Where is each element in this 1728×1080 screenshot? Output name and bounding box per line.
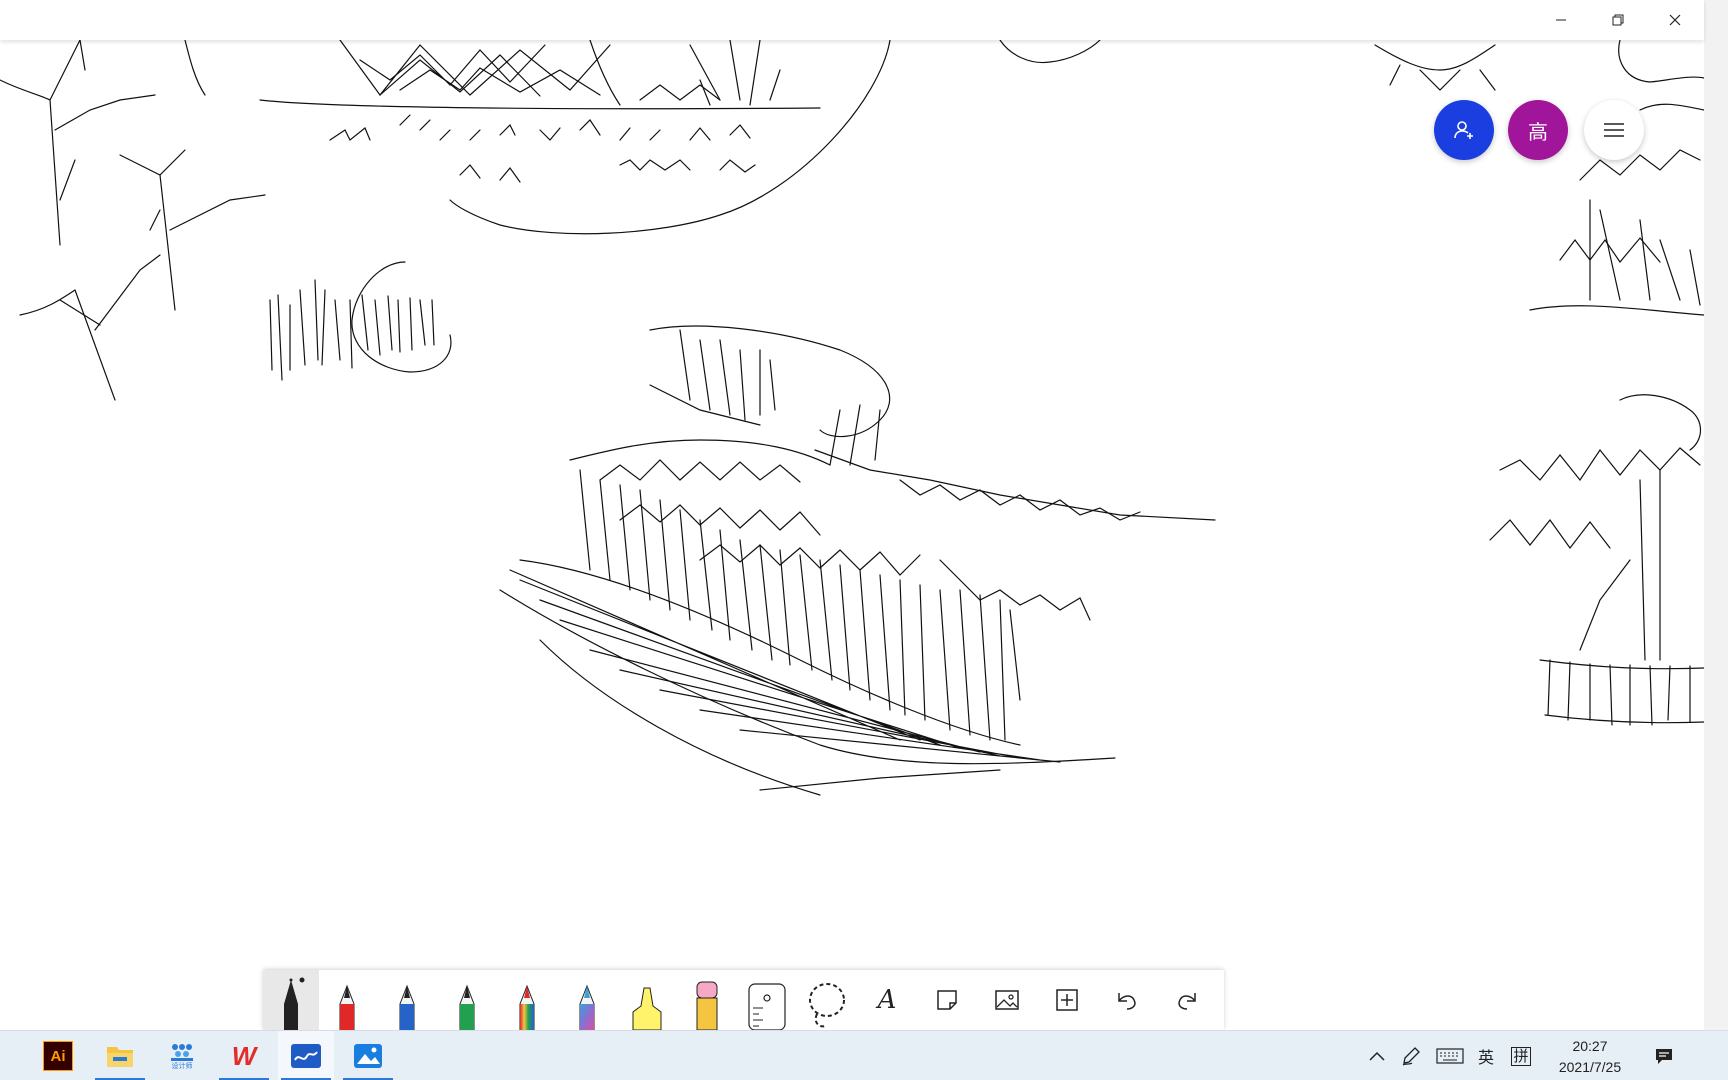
restore-button[interactable] bbox=[1593, 0, 1643, 40]
notification-icon bbox=[1656, 1049, 1672, 1064]
ink-canvas[interactable] bbox=[0, 40, 1704, 1030]
tree-sketch-right-bottom bbox=[1489, 394, 1704, 726]
taskbar-app-file-explorer[interactable] bbox=[92, 1031, 148, 1080]
ink-toolbar: A bbox=[263, 970, 1224, 1030]
close-button[interactable] bbox=[1650, 0, 1700, 40]
planter-sketch-center bbox=[499, 325, 1216, 796]
lasso-select-button[interactable] bbox=[799, 970, 855, 1030]
eraser-icon bbox=[696, 981, 718, 1030]
design-app-icon: 设计师 bbox=[167, 1040, 197, 1072]
scribble-sketch bbox=[1618, 40, 1704, 83]
clock[interactable]: 20:27 2021/7/25 bbox=[1540, 1036, 1640, 1078]
lasso-select-icon bbox=[809, 983, 845, 1028]
add-person-icon bbox=[1454, 121, 1473, 139]
tree-top-sketch bbox=[1374, 44, 1496, 91]
pencil-rainbow[interactable] bbox=[499, 970, 555, 1030]
ballpoint-pen-black[interactable] bbox=[263, 970, 319, 1030]
ballpoint-pen-blue-icon bbox=[399, 984, 415, 1030]
whiteboard-icon bbox=[291, 1044, 321, 1068]
pen-workspace-icon bbox=[1402, 1047, 1420, 1066]
taskbar-app-photos[interactable] bbox=[340, 1031, 396, 1080]
avatar-initial: 高 bbox=[1528, 119, 1548, 144]
ballpoint-pen-black-icon bbox=[284, 977, 305, 1030]
illustrator-icon: Ai bbox=[43, 1041, 73, 1071]
pencil-rainbow-icon bbox=[519, 984, 535, 1030]
user-avatar-button[interactable]: 高 bbox=[1508, 100, 1568, 160]
invite-button[interactable] bbox=[1434, 100, 1494, 160]
eraser[interactable] bbox=[679, 970, 735, 1030]
file-explorer-icon bbox=[107, 1047, 133, 1067]
undo-button[interactable] bbox=[1099, 970, 1155, 1030]
photos-icon bbox=[354, 1044, 382, 1068]
hamburger-menu-icon bbox=[1604, 123, 1624, 137]
taskbar-app-illustrator[interactable]: Ai bbox=[30, 1031, 86, 1080]
close-icon bbox=[1669, 14, 1681, 26]
add-icon bbox=[1056, 989, 1078, 1011]
restore-icon bbox=[1612, 14, 1624, 26]
image-icon bbox=[995, 990, 1019, 1010]
text-icon: A bbox=[877, 985, 897, 1015]
ballpoint-pen-green[interactable] bbox=[439, 970, 495, 1030]
grass-clump-sketch bbox=[269, 261, 452, 381]
show-hidden-icons-button[interactable] bbox=[1362, 1031, 1392, 1080]
shrub-sketch-top bbox=[259, 40, 891, 235]
pencil-galaxy-icon bbox=[579, 984, 595, 1030]
clock-date: 2021/7/25 bbox=[1558, 1059, 1622, 1075]
pen-workspace-button[interactable] bbox=[1396, 1031, 1426, 1080]
ime-type-label: 拼 bbox=[1511, 1046, 1531, 1066]
branch-sketch-topleft bbox=[0, 40, 266, 401]
sticky-note-button[interactable] bbox=[919, 970, 975, 1030]
undo-icon bbox=[1118, 993, 1136, 1010]
whiteboard-app: 高 A Ai 设计师 W 英 拼 20:27 2021/7/25 bbox=[0, 0, 1728, 1080]
title-bar[interactable] bbox=[0, 0, 1704, 40]
text-tool-button[interactable]: A bbox=[859, 970, 915, 1030]
sticky-note-icon bbox=[937, 990, 957, 1010]
ballpoint-pen-red[interactable] bbox=[319, 970, 375, 1030]
minimize-button[interactable] bbox=[1536, 0, 1586, 40]
touch-keyboard-button[interactable] bbox=[1432, 1031, 1468, 1080]
redo-button[interactable] bbox=[1159, 970, 1215, 1030]
add-button[interactable] bbox=[1039, 970, 1095, 1030]
taskbar-app-wps[interactable]: W bbox=[216, 1031, 272, 1080]
ime-mode-button[interactable]: 英 bbox=[1472, 1031, 1500, 1080]
notification-button[interactable] bbox=[1646, 1031, 1682, 1080]
highlighter-yellow-icon bbox=[632, 987, 662, 1030]
ruler-button[interactable] bbox=[739, 970, 795, 1030]
ballpoint-pen-red-icon bbox=[339, 984, 355, 1030]
menu-button[interactable] bbox=[1584, 100, 1644, 160]
ruler-icon bbox=[748, 983, 786, 1030]
pencil-galaxy[interactable] bbox=[559, 970, 615, 1030]
touch-keyboard-icon bbox=[1436, 1048, 1464, 1064]
sketch-drawing bbox=[0, 40, 1704, 796]
taskbar-app-whiteboard[interactable] bbox=[278, 1031, 334, 1080]
taskbar-app-design[interactable]: 设计师 bbox=[154, 1031, 210, 1080]
partial-circle-sketch bbox=[999, 40, 1101, 64]
highlighter-yellow[interactable] bbox=[619, 970, 675, 1030]
ballpoint-pen-green-icon bbox=[459, 984, 475, 1030]
minimize-icon bbox=[1556, 19, 1566, 21]
clock-time: 20:27 bbox=[1572, 1038, 1608, 1054]
taskbar: Ai 设计师 W 英 拼 20:27 2021/7/25 bbox=[0, 1030, 1728, 1080]
wps-office-icon: W bbox=[231, 1040, 257, 1071]
image-button[interactable] bbox=[979, 970, 1035, 1030]
ime-type-button[interactable]: 拼 bbox=[1506, 1031, 1536, 1080]
redo-icon bbox=[1178, 993, 1196, 1010]
ime-mode-label: 英 bbox=[1477, 1048, 1494, 1067]
chevron-up-icon bbox=[1369, 1051, 1385, 1061]
ballpoint-pen-blue[interactable] bbox=[379, 970, 435, 1030]
window-edge bbox=[1704, 0, 1728, 1030]
